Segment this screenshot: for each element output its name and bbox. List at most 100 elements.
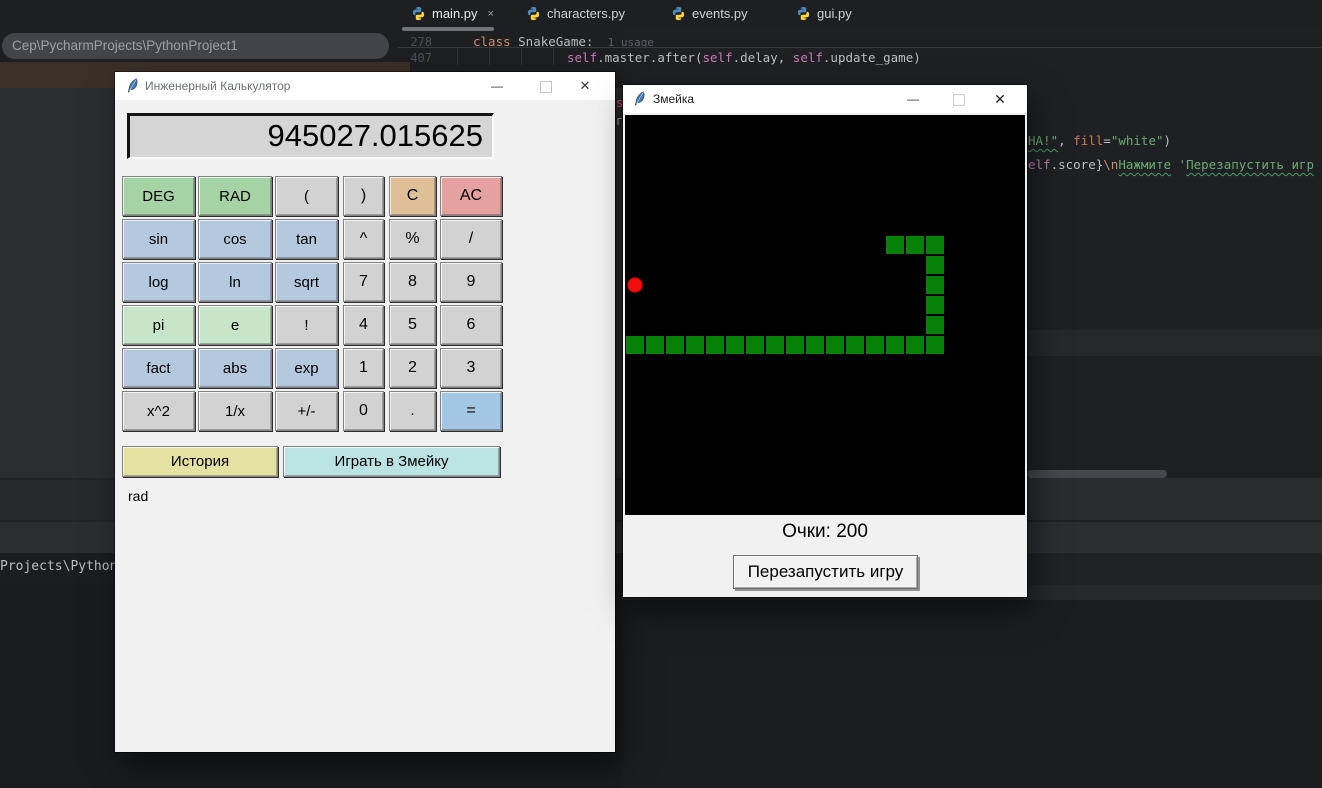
- calc-button-1[interactable]: 1: [343, 348, 384, 388]
- calc-button-.[interactable]: .: [389, 391, 436, 431]
- calc-button-sin[interactable]: sin: [122, 219, 195, 259]
- calc-button-sqrt[interactable]: sqrt: [275, 262, 338, 302]
- code-token: elf: [1028, 157, 1051, 172]
- code-token: \n: [1103, 157, 1118, 172]
- angle-mode-label: rad: [128, 488, 148, 504]
- python-icon: [526, 6, 541, 21]
- terminal-path-text: Projects\Python: [0, 559, 115, 577]
- calc-button-%[interactable]: %: [389, 219, 436, 259]
- calc-button-8[interactable]: 8: [389, 262, 436, 302]
- calc-button-9[interactable]: 9: [440, 262, 502, 302]
- tab-gui.py[interactable]: gui.py: [790, 0, 858, 27]
- calc-button-)[interactable]: ): [343, 176, 384, 216]
- code-token: self: [793, 50, 823, 65]
- calc-button-0[interactable]: 0: [343, 391, 384, 431]
- close-button[interactable]: ✕: [985, 85, 1015, 113]
- screen: Cep\PycharmProjects\PythonProject1 main.…: [0, 0, 1322, 788]
- calc-button-3[interactable]: 3: [440, 348, 502, 388]
- tk-feather-icon: [633, 91, 646, 112]
- calc-button-6[interactable]: 6: [440, 305, 502, 345]
- project-path-field[interactable]: Cep\PycharmProjects\PythonProject1: [2, 33, 389, 59]
- calc-button-2[interactable]: 2: [389, 348, 436, 388]
- snake-segment: [925, 315, 945, 335]
- calc-button-pi[interactable]: pi: [122, 305, 195, 345]
- right-bottom-band: [623, 600, 1322, 788]
- bg-code-line-2: elf.score}\nНажмите 'Перезапустить игр: [1028, 157, 1314, 172]
- tab-label: events.py: [692, 6, 748, 21]
- calc-button-([interactable]: (: [275, 176, 338, 216]
- indent-guide: [489, 48, 490, 65]
- code-token: ): [1164, 133, 1172, 148]
- calc-button-^[interactable]: ^: [343, 219, 384, 259]
- code-token: игр: [1284, 157, 1314, 172]
- snake-segment: [925, 255, 945, 275]
- restart-game-button[interactable]: Перезапустить игру: [733, 555, 918, 589]
- tab-characters.py[interactable]: characters.py: [520, 0, 631, 27]
- play-snake-button[interactable]: Играть в Змейку: [283, 446, 500, 477]
- snake-segment: [725, 335, 745, 355]
- calc-button-5[interactable]: 5: [389, 305, 436, 345]
- calc-button-tan[interactable]: tan: [275, 219, 338, 259]
- code-token: "white": [1111, 133, 1164, 148]
- calc-button-7[interactable]: 7: [343, 262, 384, 302]
- horizontal-scrollbar-thumb[interactable]: [1027, 470, 1167, 478]
- calc-button-4[interactable]: 4: [343, 305, 384, 345]
- history-button[interactable]: История: [122, 446, 278, 477]
- snake-segment: [925, 275, 945, 295]
- snake-segment: [745, 335, 765, 355]
- tab-label: main.py: [432, 6, 478, 21]
- snake-segment: [905, 235, 925, 255]
- maximize-button[interactable]: [953, 94, 965, 106]
- calc-button-log[interactable]: log: [122, 262, 195, 302]
- code-token: self: [702, 50, 732, 65]
- code-token: fill: [1073, 133, 1103, 148]
- python-icon: [796, 6, 811, 21]
- snake-titlebar[interactable]: Змейка — ✕: [623, 85, 1027, 113]
- code-token: ,: [1058, 133, 1073, 148]
- code-line-number: 407: [398, 51, 432, 65]
- code-token: self: [567, 50, 597, 65]
- snake-segment: [685, 335, 705, 355]
- python-icon: [411, 6, 426, 21]
- snake-segment: [845, 335, 865, 355]
- python-icon: [671, 6, 686, 21]
- snake-segment: [805, 335, 825, 355]
- snake-score-label: Очки: 200: [623, 521, 1027, 543]
- calc-button-exp[interactable]: exp: [275, 348, 338, 388]
- calc-button-1/x[interactable]: 1/x: [198, 391, 272, 431]
- calc-button-C[interactable]: C: [389, 176, 436, 216]
- calc-button-/[interactable]: /: [440, 219, 502, 259]
- calc-button-DEG[interactable]: DEG: [122, 176, 195, 216]
- calc-button-RAD[interactable]: RAD: [198, 176, 272, 216]
- calc-button-AC[interactable]: AC: [440, 176, 502, 216]
- calc-button-cos[interactable]: cos: [198, 219, 272, 259]
- snake-segment: [905, 335, 925, 355]
- tab-events.py[interactable]: events.py: [665, 0, 754, 27]
- indent-guide: [521, 48, 522, 65]
- calc-button-fact[interactable]: fact: [122, 348, 195, 388]
- calc-button-ln[interactable]: ln: [198, 262, 272, 302]
- calc-button-x^2[interactable]: x^2: [122, 391, 195, 431]
- code-token: НА!": [1028, 133, 1058, 148]
- calc-button-=[interactable]: =: [440, 391, 502, 431]
- calc-button-+/-[interactable]: +/-: [275, 391, 338, 431]
- code-token: Нажмите: [1118, 157, 1171, 172]
- tab-main.py[interactable]: main.py ×: [405, 0, 500, 27]
- snake-game-canvas: [625, 115, 1025, 515]
- code-token: =: [1103, 133, 1111, 148]
- code-token: .score: [1051, 157, 1096, 172]
- calc-button-e[interactable]: e: [198, 305, 272, 345]
- snake-window-title: Змейка: [653, 92, 694, 106]
- code-token: .master.after(: [597, 50, 702, 65]
- snake-segment: [885, 335, 905, 355]
- code-token: Перезапустить: [1186, 157, 1284, 172]
- calc-button-abs[interactable]: abs: [198, 348, 272, 388]
- snake-segment: [925, 295, 945, 315]
- snake-segment: [865, 335, 885, 355]
- calculator-window: Инженерный Калькулятор — ✕ 945027.015625…: [115, 72, 615, 752]
- calc-button-![interactable]: !: [275, 305, 338, 345]
- bg-code-line-1: НА!", fill="white"): [1028, 133, 1171, 148]
- tab-close-icon[interactable]: ×: [488, 8, 494, 20]
- minimize-button[interactable]: —: [898, 85, 928, 113]
- tab-scrollbar[interactable]: [402, 27, 494, 31]
